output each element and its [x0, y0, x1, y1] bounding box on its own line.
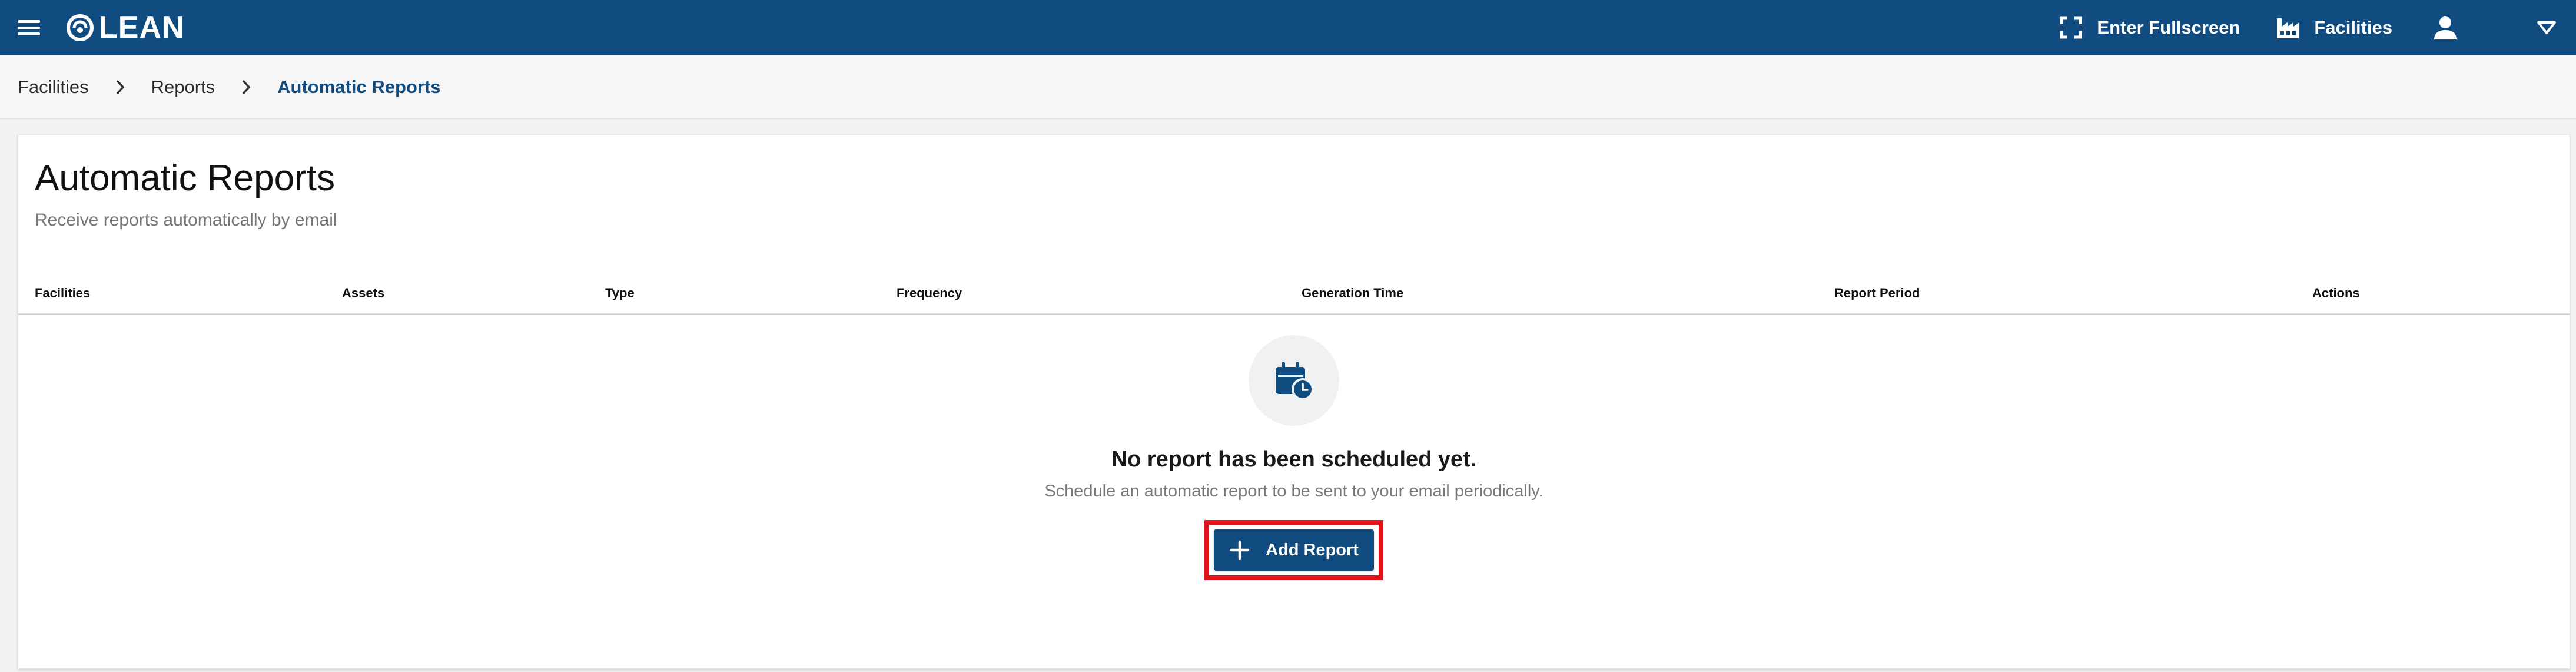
column-header-frequency: Frequency — [897, 286, 962, 300]
chevron-right-icon — [236, 77, 256, 97]
factory-icon — [2277, 18, 2300, 38]
breadcrumb: Facilities Reports Automatic Reports — [18, 74, 440, 100]
empty-state-description: Schedule an automatic report to be sent … — [1044, 482, 1543, 501]
user-icon — [2434, 16, 2457, 39]
breadcrumb-item-facilities[interactable]: Facilities — [18, 77, 89, 98]
add-report-label: Add Report — [1266, 540, 1359, 560]
page-title: Automatic Reports — [35, 158, 335, 198]
reports-table-header: Facilities Assets Type Frequency Generat… — [18, 280, 2570, 315]
chevron-right-icon — [110, 77, 130, 97]
topbar-actions: Enter Fullscreen Facilities — [2044, 0, 2576, 55]
account-dropdown-button[interactable] — [2535, 18, 2558, 38]
caret-down-icon — [2537, 21, 2556, 34]
empty-state-title: No report has been scheduled yet. — [1111, 447, 1477, 472]
page-subtitle: Receive reports automatically by email — [35, 210, 337, 230]
brand-name: LEAN — [99, 11, 185, 45]
column-header-report-period: Report Period — [1834, 286, 1920, 300]
breadcrumb-item-reports[interactable]: Reports — [151, 77, 215, 98]
facilities-label: Facilities — [2314, 17, 2392, 38]
lean-logo-icon — [67, 14, 94, 41]
column-header-facilities: Facilities — [35, 286, 91, 300]
enter-fullscreen-label: Enter Fullscreen — [2097, 17, 2240, 38]
enter-fullscreen-button[interactable]: Enter Fullscreen — [2044, 0, 2254, 55]
empty-state-icon-circle — [1249, 335, 1339, 426]
automatic-reports-card: Automatic Reports Receive reports automa… — [18, 134, 2570, 669]
user-account-button[interactable] — [2421, 0, 2470, 55]
plus-icon — [1230, 540, 1250, 560]
fullscreen-icon — [2060, 16, 2082, 39]
top-app-bar: LEAN Enter Fullscreen Facilities — [0, 0, 2576, 55]
breadcrumb-bar: Facilities Reports Automatic Reports — [0, 55, 2576, 119]
facilities-button[interactable]: Facilities — [2261, 0, 2406, 55]
column-header-assets: Assets — [342, 286, 385, 300]
add-report-highlight: Add Report — [1204, 520, 1383, 580]
menu-icon[interactable] — [18, 20, 40, 35]
add-report-button[interactable]: Add Report — [1214, 529, 1374, 571]
empty-state: No report has been scheduled yet. Schedu… — [18, 335, 2570, 580]
column-header-type: Type — [605, 286, 635, 300]
column-header-generation-time: Generation Time — [1302, 286, 1404, 300]
column-header-actions: Actions — [2312, 286, 2360, 300]
breadcrumb-item-current: Automatic Reports — [277, 77, 441, 97]
brand-logo[interactable]: LEAN — [65, 11, 185, 45]
calendar-clock-icon — [1276, 362, 1314, 400]
